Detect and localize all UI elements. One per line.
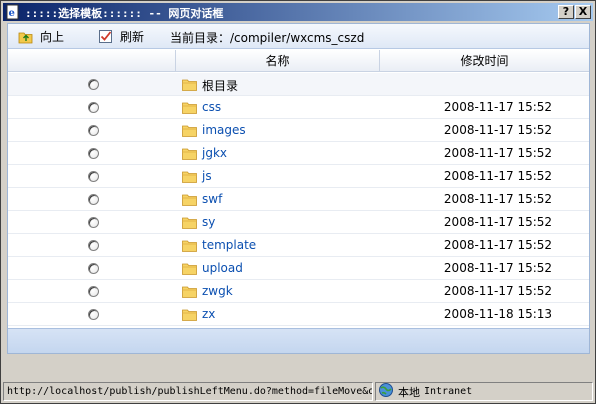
table-header: 名称 修改时间 xyxy=(8,50,589,72)
security-zone: 本地 Intranet xyxy=(375,382,593,401)
modified-time: 2008-11-17 15:52 xyxy=(443,146,553,160)
table-row[interactable]: zwgk 2008-11-17 15:52 xyxy=(8,280,589,303)
row-radio[interactable] xyxy=(88,240,99,251)
modified-time: 2008-11-17 15:52 xyxy=(443,123,553,137)
row-radio[interactable] xyxy=(88,148,99,159)
modified-time: 2008-11-17 15:52 xyxy=(443,192,553,206)
modified-time: 2008-11-18 15:13 xyxy=(443,307,553,321)
zone-label-cn: 本地 xyxy=(398,385,420,399)
modified-time: 2008-11-17 15:52 xyxy=(443,238,553,252)
current-path: 当前目录：/compiler/wxcms_cszd xyxy=(170,31,365,45)
table-row[interactable]: js 2008-11-17 15:52 xyxy=(8,165,589,188)
table-row[interactable]: images 2008-11-17 15:52 xyxy=(8,119,589,142)
dialog-window: e :::::选择模板:::::: -- 网页对话框 ? X 向上 刷新 当前目… xyxy=(0,0,596,404)
status-url: http://localhost/publish/publishLeftMenu… xyxy=(3,382,373,401)
help-button[interactable]: ? xyxy=(558,5,574,19)
folder-name[interactable]: images xyxy=(202,123,246,137)
header-select xyxy=(8,50,176,72)
row-radio[interactable] xyxy=(88,102,99,113)
folder-up-icon xyxy=(18,30,34,44)
folder-name[interactable]: sy xyxy=(202,215,215,229)
table-row[interactable]: sy 2008-11-17 15:52 xyxy=(8,211,589,234)
up-label: 向上 xyxy=(40,30,65,44)
table-row[interactable]: upload 2008-11-17 15:52 xyxy=(8,257,589,280)
row-radio[interactable] xyxy=(88,217,99,228)
folder-name[interactable]: template xyxy=(202,238,256,252)
row-radio[interactable] xyxy=(88,79,99,90)
modified-time: 2008-11-17 15:52 xyxy=(443,169,553,183)
folder-icon xyxy=(182,170,197,183)
table-row[interactable]: template 2008-11-17 15:52 xyxy=(8,234,589,257)
row-radio[interactable] xyxy=(88,263,99,274)
modified-time: 2008-11-17 15:52 xyxy=(443,284,553,298)
header-modified: 修改时间 xyxy=(460,54,509,68)
status-bar: http://localhost/publish/publishLeftMenu… xyxy=(3,382,593,401)
table-row[interactable]: zx 2008-11-18 15:13 xyxy=(8,303,589,326)
folder-icon xyxy=(182,262,197,275)
header-name: 名称 xyxy=(176,50,380,72)
folder-icon xyxy=(182,239,197,252)
folder-icon xyxy=(182,78,197,91)
ie-page-icon: e xyxy=(5,4,21,20)
row-radio[interactable] xyxy=(88,171,99,182)
folder-name[interactable]: jgkx xyxy=(202,146,227,160)
folder-icon xyxy=(182,147,197,160)
up-button[interactable]: 向上 xyxy=(18,28,64,45)
table-row[interactable]: jgkx 2008-11-17 15:52 xyxy=(8,142,589,165)
folder-name[interactable]: js xyxy=(202,169,212,183)
zone-label-en: Intranet xyxy=(424,386,473,397)
intranet-globe-icon xyxy=(378,382,394,401)
table-footer xyxy=(8,328,589,353)
folder-name[interactable]: swf xyxy=(202,192,222,206)
row-radio[interactable] xyxy=(88,286,99,297)
folder-name[interactable]: zx xyxy=(202,307,215,321)
folder-icon xyxy=(182,308,197,321)
folder-icon xyxy=(182,101,197,114)
modified-time: 2008-11-17 15:52 xyxy=(443,261,553,275)
refresh-button[interactable]: 刷新 xyxy=(98,28,144,45)
title-bar[interactable]: e :::::选择模板:::::: -- 网页对话框 ? X xyxy=(3,3,593,21)
window-title: :::::选择模板:::::: -- 网页对话框 xyxy=(25,7,224,20)
folder-icon xyxy=(182,124,197,137)
modified-time: 2008-11-17 15:52 xyxy=(443,100,553,114)
row-radio[interactable] xyxy=(88,125,99,136)
toolbar: 向上 刷新 当前目录：/compiler/wxcms_cszd xyxy=(8,24,589,49)
refresh-icon xyxy=(98,29,114,44)
refresh-label: 刷新 xyxy=(120,30,145,44)
table-row[interactable]: swf 2008-11-17 15:52 xyxy=(8,188,589,211)
folder-icon xyxy=(182,285,197,298)
close-button[interactable]: X xyxy=(575,5,591,19)
folder-name[interactable]: zwgk xyxy=(202,284,233,298)
table-row[interactable]: 根目录 xyxy=(8,73,589,96)
folder-icon xyxy=(182,216,197,229)
row-radio[interactable] xyxy=(88,194,99,205)
folder-name[interactable]: upload xyxy=(202,261,243,275)
folder-name[interactable]: 根目录 xyxy=(202,77,238,94)
modified-time: 2008-11-17 15:52 xyxy=(443,215,553,229)
folder-name[interactable]: css xyxy=(202,100,221,114)
row-radio[interactable] xyxy=(88,309,99,320)
table-row[interactable]: css 2008-11-17 15:52 xyxy=(8,96,589,119)
svg-text:e: e xyxy=(9,8,15,19)
dialog-content: 向上 刷新 当前目录：/compiler/wxcms_cszd 名称 修改时间 xyxy=(7,23,590,354)
folder-icon xyxy=(182,193,197,206)
